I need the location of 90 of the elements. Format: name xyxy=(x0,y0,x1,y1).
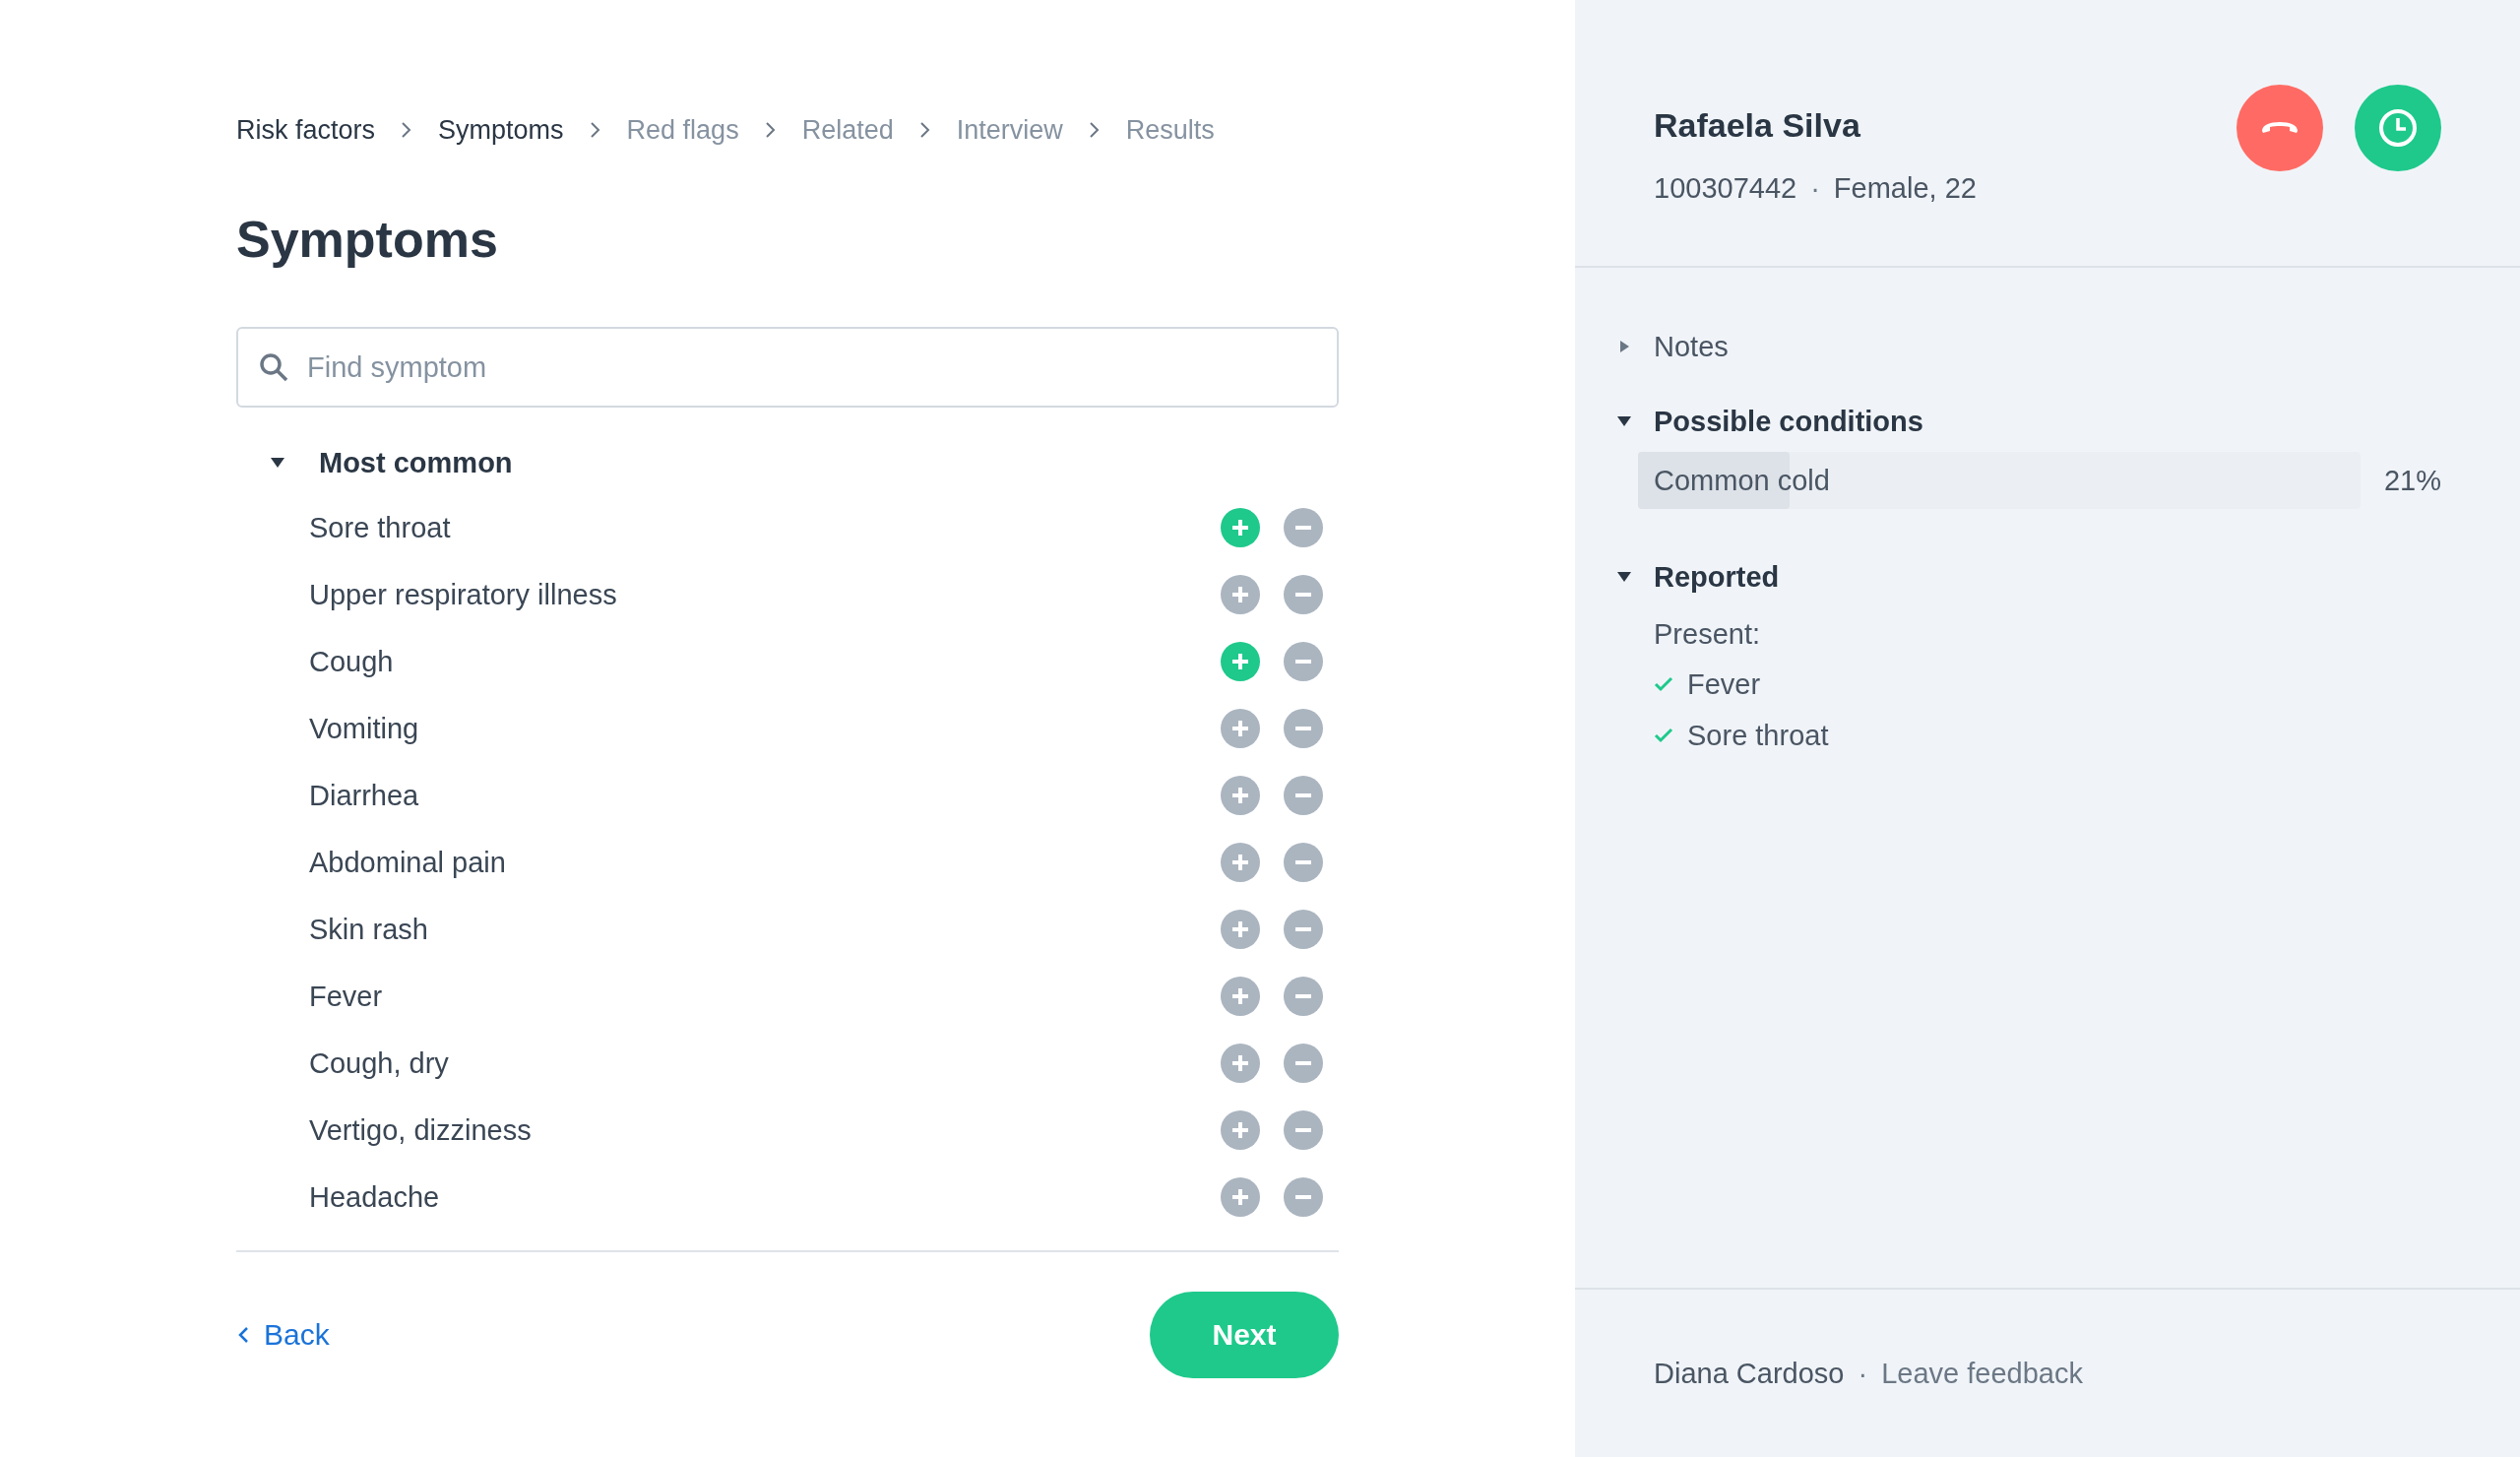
reported-symptom: Fever xyxy=(1687,667,1761,701)
plus-icon xyxy=(1230,1120,1250,1141)
feedback-link[interactable]: Leave feedback xyxy=(1881,1357,2083,1390)
symptom-label: Diarrhea xyxy=(309,779,420,812)
symptom-label: Fever xyxy=(309,980,384,1013)
plus-icon xyxy=(1230,786,1250,806)
minus-icon xyxy=(1293,593,1313,598)
plus-icon xyxy=(1230,853,1250,873)
minus-icon xyxy=(1293,1195,1313,1200)
checkmark-icon xyxy=(1654,676,1673,692)
minus-icon xyxy=(1293,994,1313,999)
chevron-right-icon xyxy=(589,121,601,139)
add-button[interactable] xyxy=(1221,709,1260,749)
condition-name: Common cold xyxy=(1653,464,1830,497)
plus-icon xyxy=(1230,919,1250,940)
add-button[interactable] xyxy=(1221,1177,1260,1218)
minus-icon xyxy=(1293,526,1313,531)
remove-button[interactable] xyxy=(1284,1110,1323,1151)
minus-icon xyxy=(1293,927,1313,932)
user-name: Diana Cardoso xyxy=(1654,1357,1845,1390)
present-label: Present: xyxy=(1653,616,1761,652)
add-button[interactable] xyxy=(1221,642,1260,682)
breadcrumb-link[interactable]: Red flags xyxy=(626,114,739,146)
section-title: Possible conditions xyxy=(1654,405,1923,438)
chevron-right-icon xyxy=(918,121,931,139)
minus-icon xyxy=(1293,660,1313,665)
breadcrumb-link[interactable]: Related xyxy=(801,114,894,146)
separator-dot: · xyxy=(1810,172,1820,205)
breadcrumb-link[interactable]: Results xyxy=(1125,114,1215,146)
symptom-label: Cough xyxy=(309,645,395,678)
separator-dot: · xyxy=(1858,1357,1868,1390)
symptom-label: Headache xyxy=(309,1180,441,1214)
section-title: Notes xyxy=(1654,330,1729,363)
add-button[interactable] xyxy=(1221,843,1260,883)
group-title: Most common xyxy=(319,446,513,479)
add-button[interactable] xyxy=(1221,776,1260,816)
remove-button[interactable] xyxy=(1284,575,1323,615)
breadcrumb-link[interactable]: Risk factors xyxy=(236,114,376,146)
breadcrumb-link[interactable]: Symptoms xyxy=(438,114,564,146)
back-label[interactable]: Back xyxy=(264,1318,330,1353)
plus-icon xyxy=(1230,986,1250,1007)
plus-icon xyxy=(1230,585,1250,605)
remove-button[interactable] xyxy=(1284,910,1323,950)
search-field[interactable]: Find symptom xyxy=(236,327,1339,409)
minus-icon xyxy=(1293,860,1313,865)
add-button[interactable] xyxy=(1221,977,1260,1017)
add-button[interactable] xyxy=(1221,1044,1260,1084)
remove-button[interactable] xyxy=(1284,977,1323,1017)
symptom-label: Upper respiratory illness xyxy=(309,578,618,611)
minus-icon xyxy=(1293,1128,1313,1133)
symptom-label: Skin rash xyxy=(309,913,429,946)
minus-icon xyxy=(1293,727,1313,731)
reported-symptom: Sore throat xyxy=(1687,719,1829,752)
add-button[interactable] xyxy=(1221,1110,1260,1151)
clock-icon xyxy=(2376,106,2420,150)
plus-icon xyxy=(1230,719,1250,739)
next-button[interactable]: Next xyxy=(1150,1292,1339,1379)
remove-button[interactable] xyxy=(1284,508,1323,548)
remove-button[interactable] xyxy=(1284,843,1323,883)
section-title: Reported xyxy=(1654,560,1780,594)
chevron-right-icon xyxy=(401,121,413,139)
symptom-label: Abdominal pain xyxy=(309,846,507,879)
add-button[interactable] xyxy=(1221,910,1260,950)
add-button[interactable] xyxy=(1221,575,1260,615)
breadcrumb-link[interactable]: Interview xyxy=(956,114,1063,146)
chevron-right-icon xyxy=(764,121,777,139)
add-button[interactable] xyxy=(1221,508,1260,548)
patient-info: Female, 22 xyxy=(1833,172,1977,205)
minus-icon xyxy=(1293,1061,1313,1066)
checkmark-icon xyxy=(1654,728,1673,743)
symptom-label: Sore throat xyxy=(309,511,452,544)
remove-button[interactable] xyxy=(1284,709,1323,749)
chevron-right-icon xyxy=(1088,121,1101,139)
patient-id: 100307442 xyxy=(1654,172,1797,205)
symptom-label: Cough, dry xyxy=(309,1046,450,1080)
minus-icon xyxy=(1293,793,1313,798)
remove-button[interactable] xyxy=(1284,1044,1323,1084)
condition-probability: 21% xyxy=(2383,464,2441,497)
patient-name: Rafaela Silva xyxy=(1654,106,1861,145)
remove-button[interactable] xyxy=(1284,776,1323,816)
symptom-label: Vertigo, dizziness xyxy=(309,1113,533,1147)
search-icon xyxy=(258,351,289,384)
plus-icon xyxy=(1230,1187,1250,1208)
plus-icon xyxy=(1230,518,1250,538)
plus-icon xyxy=(1230,652,1250,672)
symptom-label: Vomiting xyxy=(309,712,420,745)
remove-button[interactable] xyxy=(1284,1177,1323,1218)
remove-button[interactable] xyxy=(1284,642,1323,682)
plus-icon xyxy=(1230,1053,1250,1074)
page-title: Symptoms xyxy=(236,210,499,270)
